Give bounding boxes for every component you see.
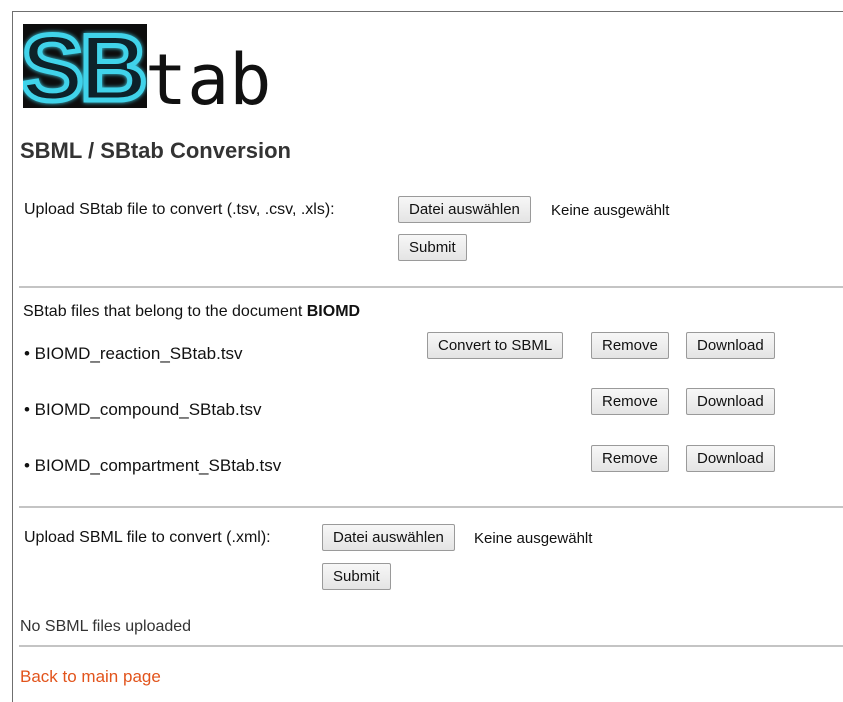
sbtab-submit-button[interactable]: Submit [398, 234, 467, 261]
convert-to-sbml-button[interactable]: Convert to SBML [427, 332, 564, 359]
download-button[interactable]: Download [686, 388, 775, 415]
sbtab-file-status: Keine ausgewählt [551, 202, 670, 219]
sbtab-logo: SB tab [23, 22, 271, 114]
sbtab-files-intro: SBtab files that belong to the document [23, 303, 307, 320]
sbml-upload-label: Upload SBML file to convert (.xml): [24, 529, 271, 546]
sbtab-upload-label: Upload SBtab file to convert (.tsv, .csv… [24, 201, 335, 218]
remove-button[interactable]: Remove [591, 388, 669, 415]
section-divider [19, 645, 843, 647]
remove-button[interactable]: Remove [591, 445, 669, 472]
sbml-submit-button[interactable]: Submit [322, 563, 391, 590]
logo-sb-text: SB [23, 22, 144, 114]
sbtab-file-name: • BIOMD_compartment_SBtab.tsv [24, 456, 282, 475]
frame-border-top [12, 11, 843, 12]
section-divider [19, 286, 843, 288]
document-name: BIOMD [306, 303, 361, 320]
remove-button[interactable]: Remove [591, 332, 669, 359]
sbml-choose-file-button[interactable]: Datei auswählen [322, 524, 455, 551]
frame-border-left [12, 11, 13, 702]
section-divider [19, 506, 843, 508]
page-title: SBML / SBtab Conversion [20, 138, 291, 163]
download-button[interactable]: Download [686, 332, 775, 359]
logo-tab-text: tab [145, 39, 271, 114]
sbml-file-status: Keine ausgewählt [474, 530, 593, 547]
sbml-status-text: No SBML files uploaded [20, 618, 192, 635]
sbtab-file-name: • BIOMD_reaction_SBtab.tsv [24, 344, 243, 363]
sbtab-files-heading: SBtab files that belong to the document … [23, 303, 360, 321]
sbtab-choose-file-button[interactable]: Datei auswählen [398, 196, 531, 223]
back-to-main-link[interactable]: Back to main page [20, 667, 161, 687]
sbtab-file-name: • BIOMD_compound_SBtab.tsv [24, 400, 262, 419]
download-button[interactable]: Download [686, 445, 775, 472]
